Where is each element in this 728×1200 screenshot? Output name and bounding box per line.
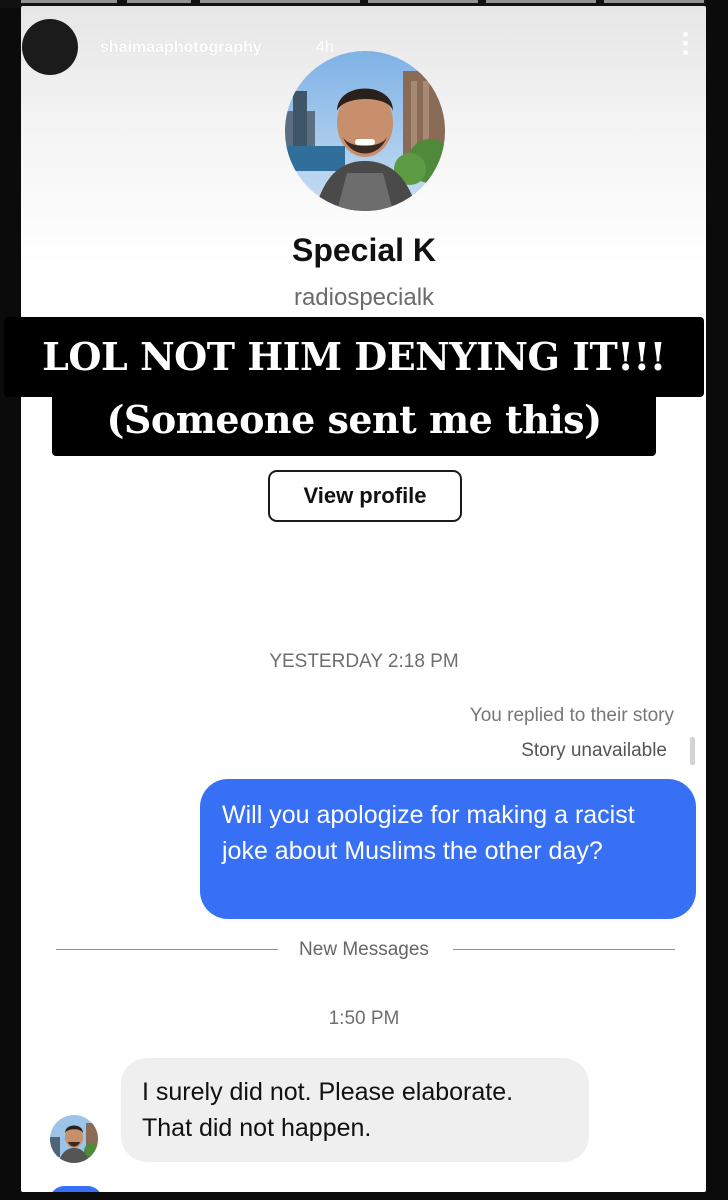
reply-indicator-bar (690, 737, 695, 765)
story-author-avatar[interactable] (22, 19, 78, 75)
story-unavailable-label: Story unavailable (521, 740, 667, 761)
sender-avatar[interactable] (50, 1115, 98, 1163)
progress-segment (200, 0, 360, 3)
story-screenshot: Special K radiospecialk View profile YES… (21, 6, 706, 1192)
sender-avatar-icon (50, 1115, 98, 1163)
progress-segment (368, 0, 478, 3)
divider-right (453, 949, 675, 950)
timestamp-yesterday: YESTERDAY 2:18 PM (269, 651, 459, 672)
replied-to-story-note: You replied to their story (469, 705, 674, 726)
story-time: 4h (316, 39, 334, 56)
profile-photo[interactable] (285, 51, 445, 211)
side-gutter (706, 0, 728, 1200)
caption-line-2: (Someone sent me this) (52, 386, 656, 456)
more-vertical-icon[interactable] (678, 32, 692, 62)
user-avatar-icon (22, 19, 78, 75)
progress-segment (21, 0, 117, 3)
profile-name: Special K (291, 232, 437, 268)
incoming-message-bubble[interactable]: I surely did not. Please elaborate. That… (121, 1058, 589, 1162)
next-bubble-peek (50, 1186, 102, 1192)
outgoing-message-bubble[interactable]: Will you apologize for making a racist j… (200, 779, 696, 919)
profile-photo-icon (285, 51, 445, 211)
progress-segment (486, 0, 596, 3)
progress-segment (604, 0, 704, 3)
story-username[interactable]: shaimaaphotography (100, 39, 262, 57)
new-messages-label: New Messages (299, 939, 429, 960)
caption-line-1: LOL NOT HIM DENYING IT!!! (4, 317, 704, 397)
timestamp-recent: 1:50 PM (328, 1008, 400, 1029)
progress-segment (127, 0, 191, 3)
view-profile-button[interactable]: View profile (268, 470, 462, 522)
profile-handle: radiospecialk (293, 284, 435, 311)
